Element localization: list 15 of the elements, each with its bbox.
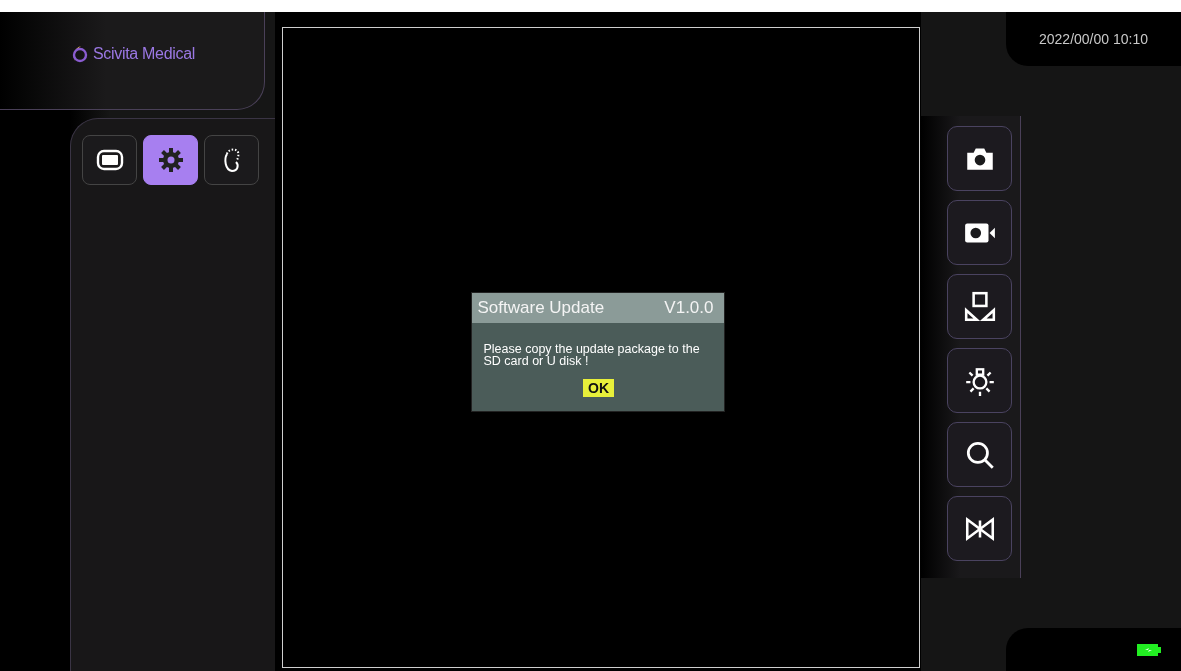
- dialog-message: Please copy the update package to the SD card or U disk !: [483, 343, 701, 367]
- tool-button[interactable]: [947, 496, 1012, 561]
- dialog-title: Software Update: [477, 298, 605, 318]
- date-time: 2022/00/00 10:10: [1039, 31, 1148, 47]
- split-screen-icon: [962, 289, 997, 324]
- mode-tab[interactable]: [204, 135, 259, 185]
- logo-text: Scivita Medical: [92, 44, 196, 63]
- tool-button[interactable]: [947, 348, 1012, 413]
- tool-button[interactable]: [947, 126, 1012, 191]
- version-label: V1.0.0: [664, 298, 714, 318]
- tool-button[interactable]: [947, 422, 1012, 487]
- ok-button[interactable]: OK: [583, 379, 614, 397]
- tool-button[interactable]: [947, 200, 1012, 265]
- tool-button[interactable]: [947, 274, 1012, 339]
- mode-tab[interactable]: [82, 135, 137, 185]
